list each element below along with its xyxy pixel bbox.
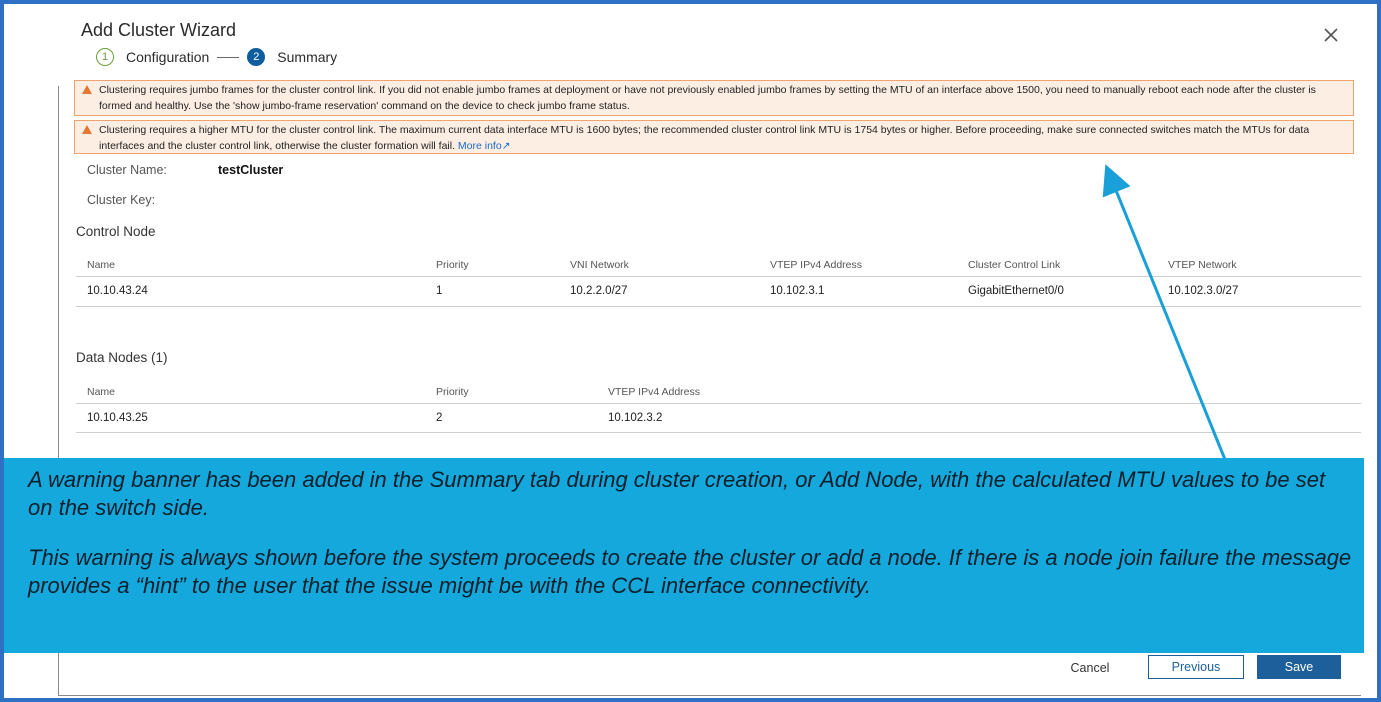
table-cell: 2	[436, 412, 443, 424]
warning-text: Clustering requires a higher MTU for the…	[99, 124, 1310, 152]
column-header: VNI Network	[570, 259, 629, 271]
table-divider	[76, 432, 1361, 433]
table-cell: GigabitEthernet0/0	[968, 285, 1064, 297]
annotation-callout: A warning banner has been added in the S…	[4, 458, 1364, 653]
cluster-name-label: Cluster Name:	[87, 163, 167, 177]
jumbo-frame-warning: Clustering requires jumbo frames for the…	[74, 80, 1354, 116]
mtu-warning: Clustering requires a higher MTU for the…	[74, 120, 1354, 154]
save-button[interactable]: Save	[1257, 655, 1341, 679]
warning-text: Clustering requires jumbo frames for the…	[99, 84, 1316, 112]
step-2-indicator: 2	[247, 48, 266, 66]
table-cell: 10.102.3.0/27	[1168, 285, 1239, 297]
step-connector	[217, 56, 240, 58]
column-header: Priority	[436, 259, 469, 271]
column-header: VTEP IPv4 Address	[608, 386, 701, 398]
close-icon[interactable]	[1322, 26, 1340, 44]
cancel-button[interactable]: Cancel	[1060, 657, 1120, 679]
column-header: Name	[87, 259, 116, 271]
table-cell: 10.10.43.25	[87, 412, 148, 424]
previous-button[interactable]: Previous	[1148, 655, 1244, 679]
warning-icon	[82, 125, 92, 134]
data-nodes-title: Data Nodes (1)	[76, 350, 168, 365]
warning-icon	[82, 85, 92, 94]
wizard-title: Add Cluster Wizard	[81, 20, 237, 40]
control-node-title: Control Node	[76, 224, 156, 239]
column-header: VTEP IPv4 Address	[770, 259, 863, 271]
cluster-name-value: testCluster	[218, 163, 284, 177]
more-info-link[interactable]: More info	[458, 140, 502, 152]
table-divider	[76, 306, 1361, 307]
table-cell: 10.2.2.0/27	[570, 285, 628, 297]
column-header: Cluster Control Link	[968, 259, 1061, 271]
cluster-key-label: Cluster Key:	[87, 193, 156, 207]
table-cell: 10.102.3.1	[770, 285, 825, 297]
step-2-label[interactable]: Summary	[277, 49, 337, 65]
table-divider	[76, 276, 1361, 277]
callout-paragraph: This warning is always shown before the …	[28, 545, 1352, 598]
callout-paragraph: A warning banner has been added in the S…	[28, 467, 1326, 520]
table-cell: 10.102.3.2	[608, 412, 663, 424]
column-header: Priority	[436, 386, 469, 398]
table-cell: 10.10.43.24	[87, 285, 148, 297]
column-header: VTEP Network	[1168, 259, 1237, 271]
column-header: Name	[87, 386, 116, 398]
step-1-label[interactable]: Configuration	[126, 49, 209, 65]
step-1-indicator: 1	[96, 48, 114, 66]
table-cell: 1	[436, 285, 443, 297]
external-link-icon[interactable]: ↗	[502, 140, 511, 152]
wizard-stepper: 1 Configuration 2 Summary	[96, 47, 337, 67]
table-divider	[76, 403, 1361, 404]
